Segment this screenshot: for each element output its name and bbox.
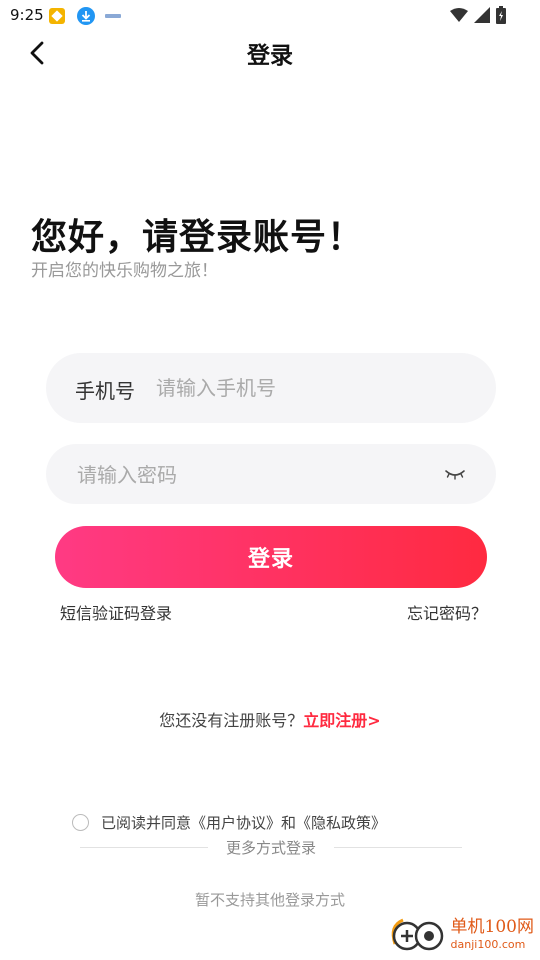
- status-time: 9:25: [10, 6, 44, 24]
- forgot-password-link[interactable]: 忘记密码？: [407, 600, 487, 624]
- notification-app-icon: [48, 7, 66, 25]
- greeting-title: 您好，请登录账号！: [31, 217, 365, 258]
- agreement-row: 已阅读并同意《用户协议》和《隐私政策》: [72, 812, 386, 833]
- wifi-icon: [450, 7, 468, 27]
- greeting-subtitle: 开启您的快乐购物之旅！: [31, 261, 218, 281]
- watermark-name: 单机100网: [450, 916, 534, 937]
- more-methods-divider: 更多方式登录: [80, 836, 462, 858]
- watermark-domain: danji100.com: [450, 937, 526, 951]
- sms-login-link[interactable]: 短信验证码登录: [60, 600, 172, 624]
- register-prompt: 您还没有注册账号？: [159, 711, 304, 730]
- agreement-checkbox[interactable]: [72, 814, 89, 831]
- cell-signal-icon: [474, 7, 490, 27]
- no-other-methods-note: 暂不支持其他登录方式: [194, 891, 345, 909]
- divider-line-right: [334, 847, 462, 848]
- phone-label: 手机号: [75, 379, 135, 403]
- watermark-text: 单机100网 danji100.com: [450, 916, 534, 951]
- download-notification-icon: [77, 7, 95, 25]
- status-bar: 9:25: [0, 0, 540, 32]
- notification-small-icon: [104, 7, 122, 25]
- agreement-text[interactable]: 已阅读并同意《用户协议》和《隐私政策》: [101, 812, 386, 833]
- page-title: 登录: [247, 43, 293, 69]
- login-button[interactable]: 登录: [55, 526, 487, 588]
- watermark: 单机100网 danji100.com: [385, 912, 534, 956]
- eye-closed-icon[interactable]: [444, 462, 466, 484]
- password-input[interactable]: [75, 452, 419, 498]
- phone-input[interactable]: [154, 365, 478, 411]
- register-row: 您还没有注册账号？立即注册>: [0, 707, 540, 731]
- phone-field: 手机号: [46, 353, 496, 423]
- status-indicators: [450, 6, 506, 28]
- password-field: [46, 444, 496, 504]
- register-link[interactable]: 立即注册>: [303, 711, 380, 730]
- nav-bar: 登录: [0, 32, 540, 74]
- watermark-logo-icon: [385, 912, 447, 956]
- battery-icon: [496, 6, 506, 28]
